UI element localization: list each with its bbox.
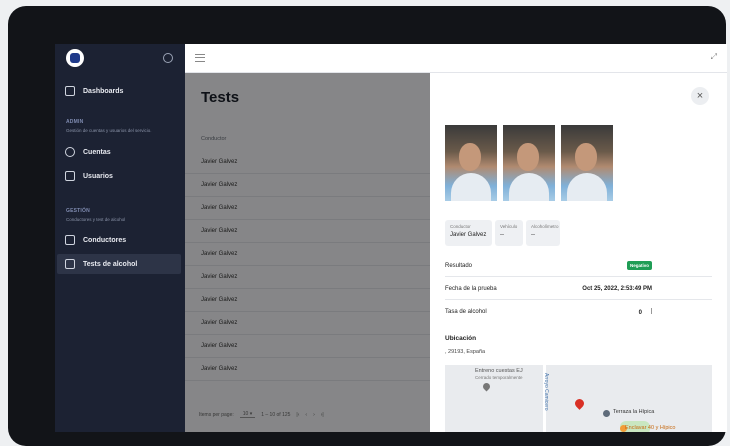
sidebar-item-cuentas[interactable]: Cuentas [55,142,185,162]
chip-label: Vehículo [500,224,518,229]
place-dot-icon [603,410,610,417]
place-pin-icon [481,381,492,392]
ubicacion-title: Ubicación [445,335,477,342]
globe-icon [65,147,75,157]
ubicacion-address: , 29193, España [445,349,486,355]
chip-conductor: Conductor Javier Galvez [445,220,492,246]
sidebar: Dashboards ADMIN Gestión de cuentas y us… [55,44,185,432]
sidebar-item-dashboards[interactable]: Dashboards [55,81,185,101]
close-button[interactable]: × [691,87,709,105]
chip-vehiculo: Vehículo -- [495,220,523,246]
chip-value: -- [500,232,504,238]
detail-resultado: Resultado Negativo [445,255,712,277]
section-subtitle-gestion: Conductores y test de alcohol [66,217,126,222]
app-screen: Dashboards ADMIN Gestión de cuentas y us… [55,44,727,432]
chip-label: Conductor [450,224,471,229]
home-icon [65,86,75,96]
chip-alcoholimetro: Alcoholímetro -- [526,220,560,246]
fullscreen-icon[interactable]: ⤢ [711,52,717,62]
test-photo[interactable] [561,125,613,201]
location-pin-icon [573,397,586,410]
app-logo [66,49,84,67]
detail-label: Tasa de alcohol [445,309,487,315]
menu-icon[interactable] [195,54,205,62]
user-icon[interactable] [163,53,173,63]
section-title-admin: ADMIN [66,119,84,125]
sidebar-item-conductores[interactable]: Conductores [55,230,185,250]
sidebar-item-label: Cuentas [83,148,111,156]
driver-icon [65,235,75,245]
map-label: Enclavar 40 y Hípico [625,425,676,431]
detail-fecha: Fecha de la prueba Oct 25, 2022, 2:53:49… [445,278,712,300]
section-subtitle-admin: Gestión de cuentas y usuarios del servic… [66,128,152,133]
close-icon: × [696,90,704,102]
glass-icon [65,259,75,269]
test-photo[interactable] [445,125,497,201]
chip-value: -- [531,232,535,238]
sidebar-item-usuarios[interactable]: Usuarios [55,166,185,186]
map-label: Terraza la Hípica [613,409,655,415]
info-icon[interactable] [648,308,652,314]
chip-label: Alcoholímetro [531,224,559,229]
laptop-frame: Dashboards ADMIN Gestión de cuentas y us… [8,6,727,446]
modal-backdrop[interactable] [185,73,430,432]
sidebar-item-label: Usuarios [83,172,113,180]
detail-value: 0 [638,310,642,316]
map-label: Entreno cuestas EJ [475,368,523,374]
chip-value: Javier Galvez [450,232,487,238]
top-bar: ⤢ [185,44,727,73]
sidebar-item-tests[interactable]: Tests de alcohol [57,254,181,274]
location-map[interactable]: Entreno cuestas EJ Cerrado temporalmente… [445,365,712,432]
detail-value: Oct 25, 2022, 2:53:49 PM [582,285,652,292]
users-icon [65,171,75,181]
map-street-label: Arroyo Camicero [543,373,549,411]
sidebar-item-label: Conductores [83,236,127,244]
map-label: Cerrado temporalmente [475,375,523,380]
status-badge: Negativo [626,261,652,270]
test-detail-panel: × Conductor Javier Galvez Vehículo -- Al… [430,73,727,432]
test-photo[interactable] [503,125,555,201]
detail-label: Resultado [445,262,473,269]
section-title-gestion: GESTIÓN [66,208,90,214]
detail-tasa: Tasa de alcohol 0 [445,301,712,323]
sidebar-item-label: Dashboards [83,87,124,95]
sidebar-item-label: Tests de alcohol [83,260,138,268]
detail-label: Fecha de la prueba [445,285,497,292]
